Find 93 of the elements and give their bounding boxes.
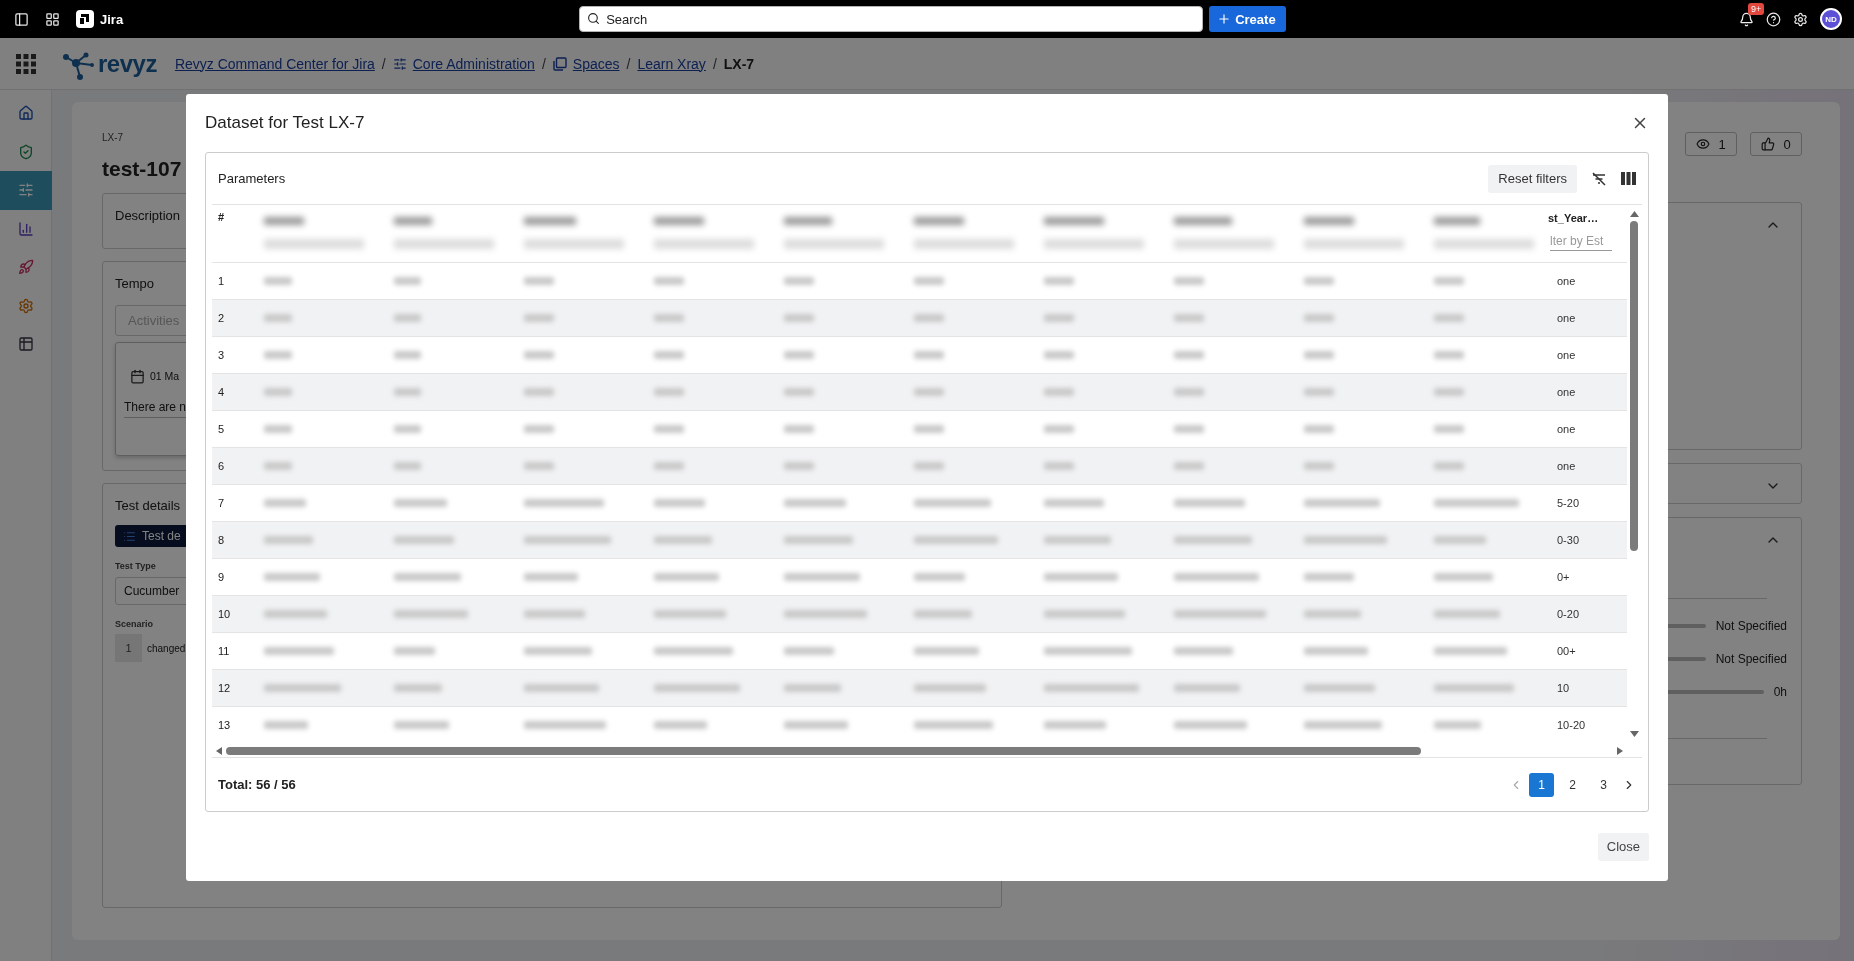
estimate-reading: Not Specified — [1715, 651, 1787, 666]
notification-count: 9+ — [1748, 2, 1765, 15]
section-title: Description — [115, 208, 181, 223]
settings-icon[interactable] — [1793, 11, 1808, 27]
calendar-icon — [130, 368, 145, 384]
table-cell-text: 10-20 — [1556, 719, 1587, 731]
breadcrumb-separator: / — [541, 55, 546, 72]
filter-off-icon[interactable] — [1591, 170, 1607, 187]
row-number: 2 — [217, 312, 226, 324]
row-number: 9 — [217, 571, 226, 583]
user-avatar[interactable]: ND — [1820, 8, 1842, 30]
row-number: 4 — [217, 386, 226, 398]
table-cell-text: 0+ — [1556, 571, 1571, 583]
jira-logo-icon[interactable] — [76, 10, 94, 28]
sliders-icon — [392, 56, 407, 71]
estimate-reading: Not Specified — [1715, 618, 1787, 633]
section-title: Test details — [115, 498, 181, 513]
shield-check-icon — [18, 143, 34, 160]
plus-icon — [1217, 12, 1232, 26]
row-number: 13 — [217, 719, 232, 731]
current-page-label[interactable]: LX-7 — [723, 55, 755, 72]
watchers-button[interactable]: 1 — [1685, 132, 1737, 156]
sliders-icon — [18, 182, 34, 199]
line-number: 1 — [115, 634, 142, 662]
search-field[interactable]: Search — [579, 6, 1204, 32]
app-name: Jira — [100, 11, 124, 27]
field-label: Scenario — [115, 619, 154, 629]
row-number: 3 — [217, 349, 226, 361]
panel-title: Parameters — [218, 171, 286, 186]
breadcrumb-separator: / — [626, 55, 631, 72]
table-cell-text: 10 — [1556, 682, 1571, 694]
table-cell-text: one — [1556, 460, 1577, 472]
table-icon — [18, 336, 34, 353]
table-cell-text: 5-20 — [1556, 497, 1581, 509]
close-button[interactable]: Close — [1597, 832, 1649, 861]
row-number: 5 — [217, 423, 226, 435]
page-button[interactable]: 3 — [1591, 772, 1616, 797]
columns-icon[interactable] — [1621, 172, 1636, 185]
table-cell-text: one — [1556, 275, 1577, 287]
thumbs-up-icon — [1761, 137, 1776, 151]
notifications-bell-icon[interactable] — [1739, 11, 1754, 27]
create-button[interactable]: Create — [1209, 6, 1286, 32]
bar-chart-icon — [18, 220, 34, 237]
breadcrumb-link[interactable]: Learn Xray — [637, 55, 706, 72]
row-number: 7 — [217, 497, 226, 509]
reset-filters-button[interactable]: Reset filters — [1488, 164, 1577, 193]
eye-icon — [1696, 137, 1711, 151]
estimate-reading: 0h — [1773, 684, 1787, 699]
scroll-up-arrow-icon[interactable] — [1629, 211, 1639, 217]
breadcrumb-link[interactable]: Spaces — [572, 55, 620, 72]
breadcrumb-separator: / — [712, 55, 717, 72]
row-number: 1 — [217, 275, 226, 287]
list-icon — [123, 529, 136, 543]
table-cell-text: one — [1556, 386, 1577, 398]
dialog-title: Dataset for Test LX-7 — [205, 113, 365, 133]
apps-grid-icon[interactable] — [45, 11, 60, 27]
breadcrumb-link[interactable]: Revyz Command Center for Jira — [174, 55, 375, 72]
logo-text: revyz — [98, 49, 157, 78]
total-count: Total: 56 / 56 — [218, 777, 296, 792]
scroll-down-arrow-icon[interactable] — [1629, 731, 1639, 737]
row-number: 10 — [217, 608, 232, 620]
table-cell-text: 00+ — [1556, 645, 1577, 657]
breadcrumb-link[interactable]: Core Administration — [412, 55, 535, 72]
table-cell-text: 0-20 — [1556, 608, 1581, 620]
scenario-text: changed — [147, 642, 186, 654]
issue-key: LX-7 — [102, 132, 124, 143]
stacked-squares-icon — [552, 56, 567, 71]
votes-button[interactable]: 0 — [1750, 132, 1802, 156]
section-title: Tempo — [115, 276, 155, 291]
sidebar-toggle-icon[interactable] — [14, 11, 29, 27]
issue-title: test-107 — [102, 157, 182, 181]
row-number: 8 — [217, 534, 226, 546]
page-button[interactable]: 2 — [1560, 772, 1585, 797]
search-icon — [587, 12, 601, 25]
row-number: 11 — [217, 645, 231, 657]
date-text: 01 Ma — [150, 370, 180, 382]
home-icon — [18, 105, 34, 122]
rocket-icon — [18, 259, 34, 276]
table-cell-text: one — [1556, 349, 1577, 361]
breadcrumb-separator: / — [381, 55, 386, 72]
help-icon[interactable] — [1766, 11, 1781, 27]
column-header: st_Year… — [1547, 212, 1600, 224]
page-button[interactable]: 1 — [1529, 772, 1554, 797]
scroll-left-arrow-icon[interactable] — [216, 747, 222, 755]
table-cell-text: one — [1556, 312, 1577, 324]
field-label: Test Type — [115, 561, 156, 571]
table-cell-text: one — [1556, 423, 1577, 435]
row-number: 6 — [217, 460, 226, 472]
column-header: # — [217, 210, 226, 225]
row-number: 12 — [217, 682, 232, 694]
table-cell-text: 0-30 — [1556, 534, 1581, 546]
gear-icon — [18, 297, 34, 314]
scroll-right-arrow-icon[interactable] — [1617, 747, 1623, 755]
